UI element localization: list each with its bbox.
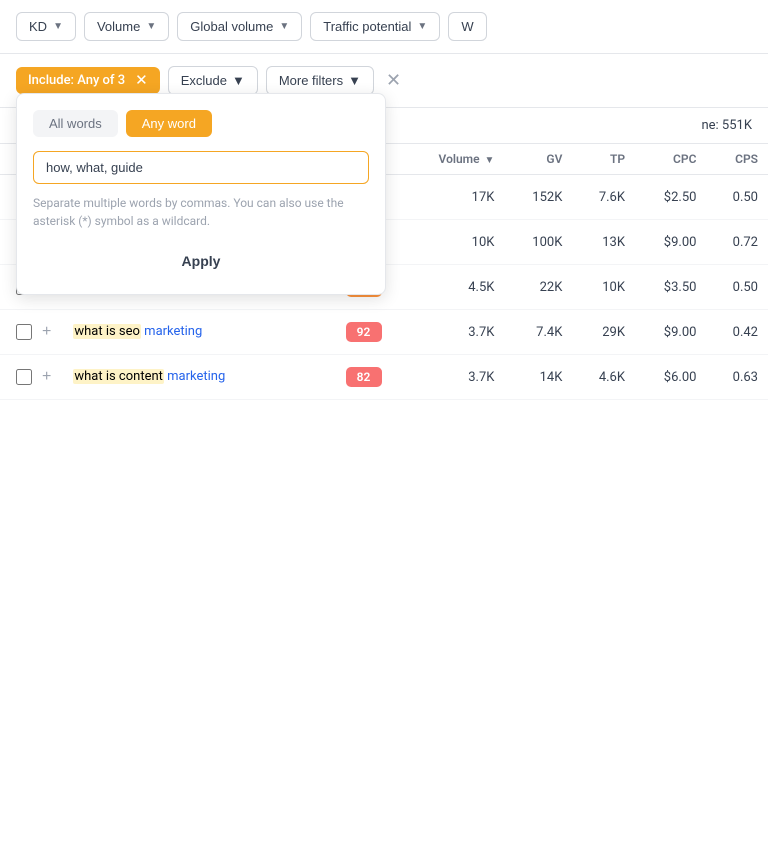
w-label: W <box>461 19 473 34</box>
cps-cell: 0.50 <box>706 265 768 310</box>
row-checkbox-cell: + <box>0 310 63 355</box>
keyword-link[interactable]: what is content marketing <box>73 369 225 384</box>
add-to-list-button[interactable]: + <box>40 367 53 387</box>
cpc-cell: $3.50 <box>635 265 706 310</box>
kd-cell: 82 <box>326 355 402 400</box>
keyword-cell: what is seo marketing <box>63 310 325 355</box>
global-volume-filter[interactable]: Global volume ▼ <box>177 12 302 41</box>
include-dropdown: All words Any word Separate multiple wor… <box>16 93 386 295</box>
tp-cell: 4.6K <box>572 355 635 400</box>
tp-col-header[interactable]: TP <box>572 144 635 175</box>
all-words-toggle[interactable]: All words <box>33 110 118 137</box>
cps-cell: 0.50 <box>706 175 768 220</box>
traffic-potential-filter[interactable]: Traffic potential ▼ <box>310 12 440 41</box>
gv-cell: 7.4K <box>504 310 572 355</box>
add-to-list-button[interactable]: + <box>40 322 53 342</box>
gv-cell: 100K <box>504 220 572 265</box>
more-filters-label: More filters <box>279 73 343 88</box>
volume-label: Volume <box>97 19 140 34</box>
row-checkbox-cell: + <box>0 355 63 400</box>
cpc-cell: $2.50 <box>635 175 706 220</box>
cps-cell: 0.42 <box>706 310 768 355</box>
volume-cell: 4.5K <box>402 265 505 310</box>
volume-filter[interactable]: Volume ▼ <box>84 12 169 41</box>
gv-cell: 152K <box>504 175 572 220</box>
traffic-potential-label: Traffic potential <box>323 19 411 34</box>
cpc-cell: $6.00 <box>635 355 706 400</box>
table-row: + what is content marketing 82 3.7K 14K … <box>0 355 768 400</box>
include-close-button[interactable]: ✕ <box>131 73 148 88</box>
filter-bar: KD ▼ Volume ▼ Global volume ▼ Traffic po… <box>0 0 768 54</box>
more-filters-arrow-icon: ▼ <box>348 73 361 88</box>
volume-arrow-icon: ▼ <box>146 21 156 32</box>
kd-cell: 92 <box>326 310 402 355</box>
hint-text: Separate multiple words by commas. You c… <box>33 194 369 230</box>
row-checkbox[interactable] <box>16 324 32 340</box>
w-filter[interactable]: W <box>448 12 486 41</box>
any-word-toggle[interactable]: Any word <box>126 110 212 137</box>
volume-cell: 17K <box>402 175 505 220</box>
tp-cell: 29K <box>572 310 635 355</box>
kd-badge: 82 <box>346 367 382 387</box>
volume-cell: 10K <box>402 220 505 265</box>
global-volume-arrow-icon: ▼ <box>279 21 289 32</box>
tp-cell: 10K <box>572 265 635 310</box>
cpc-cell: $9.00 <box>635 310 706 355</box>
exclude-arrow-icon: ▼ <box>232 73 245 88</box>
keyword-filter-input[interactable] <box>33 151 369 184</box>
cps-cell: 0.72 <box>706 220 768 265</box>
volume-sort-icon: ▼ <box>485 155 495 166</box>
kd-arrow-icon: ▼ <box>53 21 63 32</box>
cpc-col-header[interactable]: CPC <box>635 144 706 175</box>
include-filter[interactable]: Include: Any of 3 ✕ <box>16 67 160 94</box>
clear-all-filters-button[interactable]: ✕ <box>382 66 405 95</box>
exclude-label: Exclude <box>181 73 227 88</box>
volume-cell: 3.7K <box>402 310 505 355</box>
exclude-filter[interactable]: Exclude ▼ <box>168 66 258 95</box>
kd-filter[interactable]: KD ▼ <box>16 12 76 41</box>
tp-cell: 7.6K <box>572 175 635 220</box>
gv-cell: 22K <box>504 265 572 310</box>
cps-cell: 0.63 <box>706 355 768 400</box>
tp-cell: 13K <box>572 220 635 265</box>
apply-button[interactable]: Apply <box>33 244 369 278</box>
volume-cell: 3.7K <box>402 355 505 400</box>
traffic-potential-arrow-icon: ▼ <box>417 21 427 32</box>
word-toggle-group: All words Any word <box>33 110 369 137</box>
cpc-cell: $9.00 <box>635 220 706 265</box>
global-volume-label: Global volume <box>190 19 273 34</box>
kd-label: KD <box>29 19 47 34</box>
more-filters-button[interactable]: More filters ▼ <box>266 66 374 95</box>
volume-info-text: ne: 551K <box>701 118 752 133</box>
gv-cell: 14K <box>504 355 572 400</box>
kd-badge: 92 <box>346 322 382 342</box>
include-label: Include: Any of 3 <box>28 73 125 88</box>
gv-col-header[interactable]: GV <box>504 144 572 175</box>
table-row: + what is seo marketing 92 3.7K 7.4K 29K… <box>0 310 768 355</box>
keyword-cell: what is content marketing <box>63 355 325 400</box>
row-checkbox[interactable] <box>16 369 32 385</box>
keyword-link[interactable]: what is seo marketing <box>73 324 202 339</box>
volume-col-header[interactable]: Volume ▼ <box>402 144 505 175</box>
cps-col-header[interactable]: CPS <box>706 144 768 175</box>
